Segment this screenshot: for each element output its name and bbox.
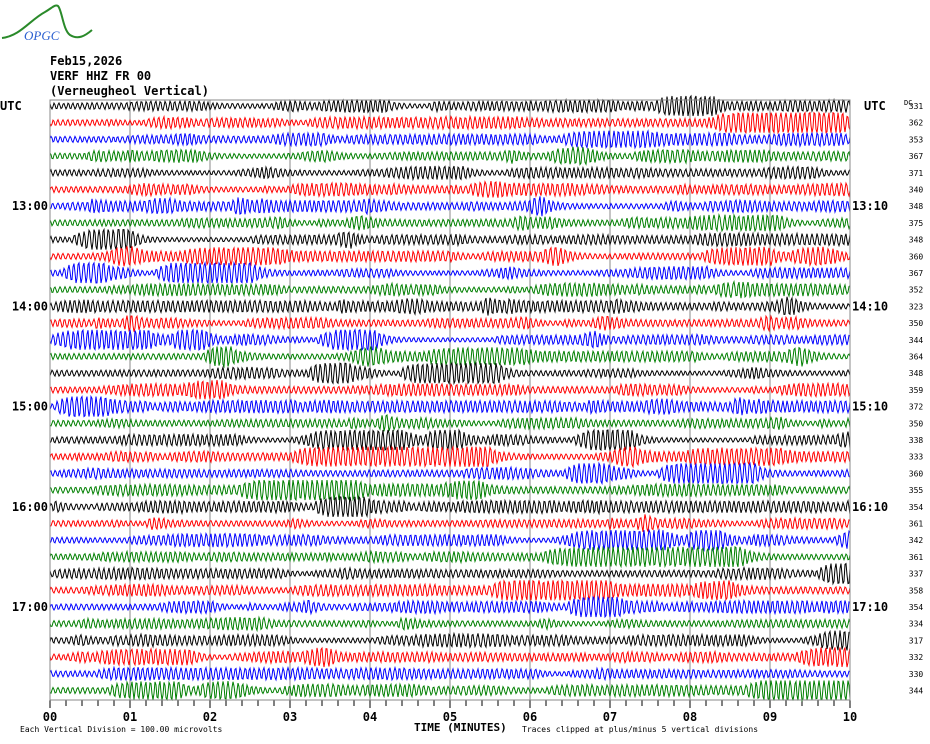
x-axis-label: TIME (MINUTES) (414, 721, 507, 734)
x-tick-label: 02 (203, 710, 217, 724)
time-label-right: 14:10 (852, 299, 888, 313)
dc-offset: 323 (909, 302, 924, 311)
dc-offset: 361 (909, 520, 924, 529)
x-tick-label: 08 (683, 710, 697, 724)
dc-label: DC (904, 99, 913, 107)
dc-offset: 354 (909, 603, 924, 612)
time-label-left: 17:00 (12, 600, 48, 614)
dc-offset: 332 (909, 653, 924, 662)
time-label-left: 13:00 (12, 199, 48, 213)
dc-offset: 340 (909, 186, 924, 195)
dc-offset: 360 (909, 252, 924, 261)
utc-left-label: UTC (0, 99, 22, 113)
dc-offset: 338 (909, 436, 924, 445)
dc-offset: 372 (909, 403, 924, 412)
dc-offset: 358 (909, 586, 924, 595)
dc-offset: 371 (909, 169, 924, 178)
dc-offset: 344 (909, 336, 924, 345)
dc-offset: 350 (909, 319, 924, 328)
x-tick-label: 01 (123, 710, 137, 724)
time-label-left: 14:00 (12, 299, 48, 313)
time-label-right: 17:10 (852, 600, 888, 614)
dc-offset: 337 (909, 570, 924, 579)
helicorder: OPGC Feb15,2026 VERF HHZ FR 00 (Verneugh… (0, 0, 930, 744)
dc-offset: 364 (909, 353, 924, 362)
x-tick-label: 03 (283, 710, 297, 724)
scale-note: Each Vertical Division = 100.00 microvol… (20, 725, 223, 734)
dc-offset: 348 (909, 369, 924, 378)
time-label-left: 16:00 (12, 500, 48, 514)
utc-right-label: UTC (864, 99, 886, 113)
x-tick-label: 06 (523, 710, 537, 724)
dc-offset: 367 (909, 269, 924, 278)
dc-offset: 360 (909, 469, 924, 478)
dc-offset: 362 (909, 119, 924, 128)
dc-offset: 333 (909, 453, 924, 462)
dc-offset: 334 (909, 620, 924, 629)
x-tick-label: 10 (843, 710, 857, 724)
dc-offset: 330 (909, 670, 924, 679)
dc-offset: 344 (909, 687, 924, 696)
dc-offset: 348 (909, 236, 924, 245)
x-tick-label: 00 (43, 710, 57, 724)
dc-offset: 359 (909, 386, 924, 395)
dc-offset: 355 (909, 486, 924, 495)
dc-offset: 350 (909, 419, 924, 428)
dc-offset: 354 (909, 503, 924, 512)
time-label-right: 13:10 (852, 199, 888, 213)
dc-offset: 361 (909, 553, 924, 562)
seismogram-plot: 00 01 02 03 04 05 06 07 08 09 10331362353367371340… (12, 94, 924, 724)
time-label-right: 16:10 (852, 500, 888, 514)
x-tick-label: 04 (363, 710, 377, 724)
dc-offset: 317 (909, 636, 924, 645)
x-tick-label: 09 (763, 710, 777, 724)
dc-offset: 375 (909, 219, 924, 228)
dc-offset: 342 (909, 536, 924, 545)
dc-offset: 367 (909, 152, 924, 161)
dc-offset: 352 (909, 286, 924, 295)
dc-offset: 353 (909, 135, 924, 144)
time-label-right: 15:10 (852, 400, 888, 414)
time-label-left: 15:00 (12, 400, 48, 414)
x-tick-label: 07 (603, 710, 617, 724)
dc-offset: 348 (909, 202, 924, 211)
clip-note: Traces clipped at plus/minus 5 vertical … (522, 725, 759, 734)
